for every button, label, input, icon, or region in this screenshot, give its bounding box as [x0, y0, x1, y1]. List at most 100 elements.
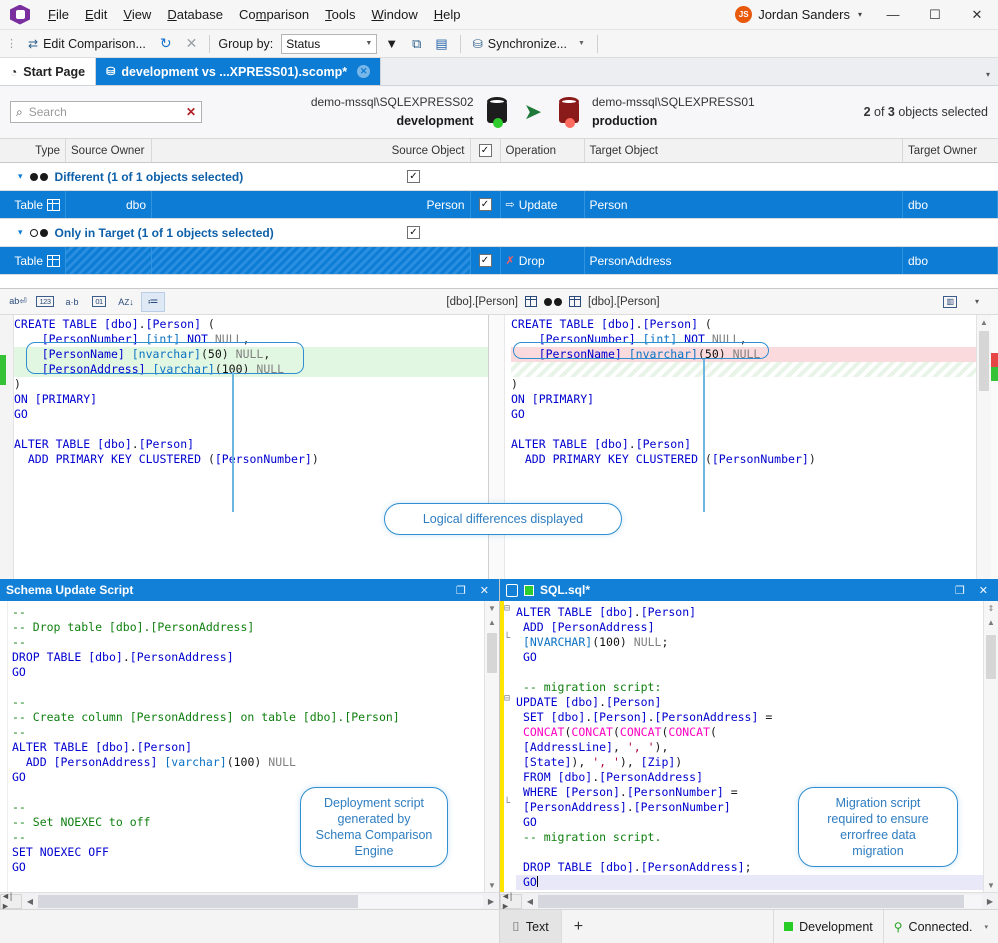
- menu-file[interactable]: FFileile: [40, 3, 77, 26]
- col-type[interactable]: Type: [0, 139, 66, 162]
- col-source-object[interactable]: Source Object: [152, 139, 471, 162]
- select-all-checkbox[interactable]: ✓: [478, 144, 492, 157]
- scroll-right-icon[interactable]: ▶: [483, 894, 499, 909]
- tab-comparison-document[interactable]: ⛁ development vs ...XPRESS01).scomp* ✕: [96, 58, 382, 85]
- restore-icon[interactable]: ❐: [452, 584, 470, 597]
- split-icon[interactable]: ◄|►: [0, 891, 22, 911]
- text-tab[interactable]: ⌷ Text: [500, 910, 561, 943]
- menu-tools[interactable]: Tools: [317, 3, 363, 26]
- row-checkbox[interactable]: ✓: [478, 198, 492, 211]
- chevron-down-icon[interactable]: ▾: [984, 923, 988, 931]
- close-button[interactable]: ✕: [956, 0, 998, 29]
- restore-icon[interactable]: ❐: [951, 584, 969, 597]
- scroll-split-icon[interactable]: ▼: [485, 601, 499, 615]
- scroll-down-icon[interactable]: ▼: [485, 878, 499, 892]
- menu-window[interactable]: Window: [363, 3, 425, 26]
- table-row[interactable]: ▾ Only in Target (1 of 1 objects selecte…: [0, 219, 998, 247]
- tab-start-page[interactable]: ◔ Start Page: [0, 58, 97, 85]
- code-folding-column[interactable]: ⊟ └ ⊟ └: [504, 601, 516, 892]
- show-numbers-icon[interactable]: 123: [33, 292, 57, 312]
- diff-overflow-icon[interactable]: ▾: [965, 292, 989, 312]
- split-icon[interactable]: ◄|►: [500, 891, 522, 911]
- hscroll-thumb[interactable]: [538, 894, 965, 908]
- source-code-text[interactable]: CREATE TABLE [dbo].[Person] ( [PersonNum…: [14, 315, 488, 579]
- ignore-case-icon[interactable]: ab⏎: [6, 292, 30, 312]
- grid-view-icon[interactable]: ▥: [938, 292, 962, 312]
- group-by-select[interactable]: Status ▼: [281, 33, 378, 54]
- target-vertical-scrollbar[interactable]: ▲: [976, 315, 991, 579]
- clear-search-icon[interactable]: ✕: [186, 105, 196, 119]
- scroll-left-icon[interactable]: ◀: [522, 894, 538, 909]
- col-select-all[interactable]: ✓: [471, 139, 501, 162]
- sort-icon[interactable]: AZ↓: [114, 292, 138, 312]
- group-checkbox[interactable]: ✓: [407, 226, 420, 239]
- minimize-button[interactable]: —: [872, 0, 914, 29]
- menu-database[interactable]: Database: [159, 3, 231, 26]
- user-name: Jordan Sanders: [758, 7, 850, 22]
- hex-icon[interactable]: 01: [87, 292, 111, 312]
- col-operation[interactable]: Operation: [501, 139, 585, 162]
- group-checkbox[interactable]: ✓: [407, 170, 420, 183]
- search-input[interactable]: ⌕ Search ✕: [10, 101, 202, 123]
- table-row[interactable]: ▾ Different (1 of 1 objects selected) ✓: [0, 163, 998, 191]
- refresh-button[interactable]: ↻: [154, 33, 178, 55]
- tab-overflow-icon[interactable]: ▾: [986, 70, 990, 79]
- chevron-down-icon[interactable]: ▾: [18, 227, 23, 238]
- scroll-up-icon[interactable]: ▲: [977, 315, 991, 329]
- scrollbar-thumb[interactable]: [979, 331, 989, 391]
- indent-icon[interactable]: ≔: [141, 291, 165, 312]
- table-row[interactable]: Table ✓ ✗ Drop PersonAddress dbo: [0, 247, 998, 275]
- scroll-left-icon[interactable]: ◀: [22, 894, 38, 909]
- scrollbar-thumb[interactable]: [986, 635, 996, 679]
- schema-script-scrollbar[interactable]: ▼ ▲ ▼: [484, 601, 499, 892]
- menu-view[interactable]: View: [115, 3, 159, 26]
- chevron-down-icon[interactable]: ▾: [856, 10, 868, 19]
- connection-indicator[interactable]: ⚲ Connected. ▾: [882, 910, 998, 943]
- scroll-up-icon[interactable]: ▲: [485, 615, 499, 629]
- col-target-object[interactable]: Target Object: [585, 139, 903, 162]
- add-tab-button[interactable]: +: [560, 910, 595, 943]
- close-icon[interactable]: ✕: [476, 584, 493, 597]
- cell-row-checkbox[interactable]: ✓: [471, 191, 501, 218]
- target-code-text[interactable]: CREATE TABLE [dbo].[Person] ( [PersonNum…: [505, 315, 976, 579]
- sql-editor-hscrollbar[interactable]: ◄|► ◀ ▶: [500, 891, 998, 911]
- row-checkbox[interactable]: ✓: [478, 254, 492, 267]
- close-icon[interactable]: ✕: [975, 584, 992, 597]
- chevron-down-icon[interactable]: ▼: [578, 40, 585, 47]
- group-checkbox-cell[interactable]: ✓: [399, 163, 429, 190]
- scroll-right-icon[interactable]: ▶: [982, 894, 998, 909]
- scroll-down-icon[interactable]: ▼: [984, 878, 998, 892]
- sql-editor-scrollbar[interactable]: ⇕ ▲ ▼: [983, 601, 998, 892]
- schema-script-hscrollbar[interactable]: ◄|► ◀ ▶: [0, 891, 499, 911]
- col-source-owner[interactable]: Source Owner: [66, 139, 152, 162]
- group-header-cell[interactable]: ▾ Different (1 of 1 objects selected): [0, 170, 399, 184]
- hscroll-track[interactable]: [538, 894, 982, 908]
- whitespace-icon[interactable]: a·b: [60, 292, 84, 312]
- scroll-split-icon[interactable]: ⇕: [984, 601, 998, 615]
- cell-row-checkbox[interactable]: ✓: [471, 247, 501, 274]
- scroll-up-icon[interactable]: ▲: [984, 615, 998, 629]
- hscroll-track[interactable]: [38, 894, 483, 908]
- environment-indicator[interactable]: Development: [773, 910, 883, 943]
- chevron-down-icon[interactable]: ▾: [18, 171, 23, 182]
- report-button[interactable]: ▤: [429, 33, 453, 55]
- menu-edit[interactable]: Edit: [77, 3, 115, 26]
- table-row[interactable]: Table dbo Person ✓ ⇨ Update Person dbo: [0, 191, 998, 219]
- group-header-cell[interactable]: ▾ Only in Target (1 of 1 objects selecte…: [0, 226, 399, 240]
- filter-button[interactable]: ▼: [379, 33, 404, 55]
- synchronize-button[interactable]: ⛁ Synchronize... ▼: [467, 33, 591, 55]
- compare-button[interactable]: ⧉: [406, 33, 427, 55]
- source-gutter[interactable]: [0, 315, 14, 579]
- edit-comparison-button[interactable]: ⇄ Edit Comparison...: [22, 33, 152, 55]
- close-icon[interactable]: ✕: [357, 65, 371, 78]
- stop-button[interactable]: ✕: [180, 33, 204, 55]
- user-account[interactable]: JS Jordan Sanders ▾: [735, 6, 872, 23]
- col-target-owner[interactable]: Target Owner: [903, 139, 998, 162]
- group-checkbox-cell[interactable]: ✓: [399, 219, 429, 246]
- maximize-button[interactable]: ☐: [914, 0, 956, 29]
- diff-ratio-bar: [991, 315, 998, 579]
- menu-comparison[interactable]: Comparison: [231, 3, 317, 26]
- hscroll-thumb[interactable]: [38, 894, 359, 908]
- menu-help[interactable]: Help: [426, 3, 469, 26]
- scrollbar-thumb[interactable]: [487, 633, 497, 673]
